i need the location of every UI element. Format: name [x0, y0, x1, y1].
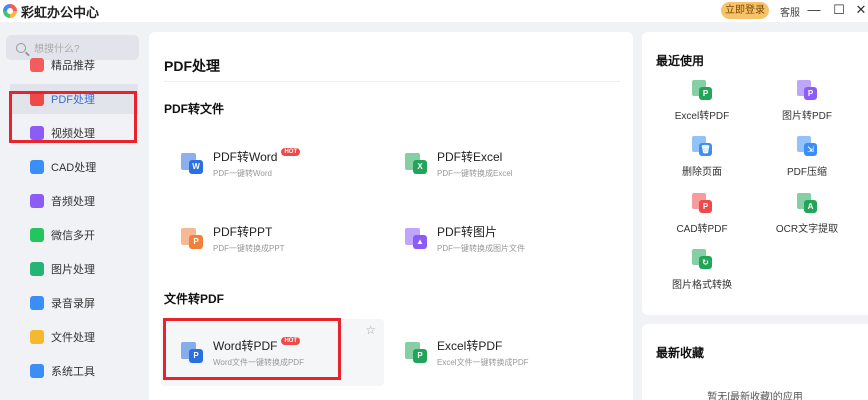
section-title-file-to-pdf: 文件转PDF [164, 292, 225, 306]
maximize-button[interactable]: ☐ [830, 1, 848, 19]
rainbow-logo-icon [3, 4, 17, 18]
sidebar-item-label: 图片处理 [51, 264, 95, 276]
delete-page-icon: 🗑 [692, 136, 712, 156]
sidebar-item-label: 微信多开 [51, 230, 95, 242]
tool-card-pdf---[interactable]: ▲ PDF转图片 PDF一键转换成图片文件 [385, 205, 608, 272]
sidebar-item-label: 系统工具 [51, 366, 95, 378]
cad-to-pdf-icon: P [692, 193, 712, 213]
file-convert-icon: W [181, 152, 203, 175]
recent-item[interactable]: ↻ 图片格式转换 [647, 249, 757, 291]
recent-panel: 最近使用 P Excel转PDF P 图片转PDF 🗑 删除页面 ⇲ PDF压缩 P CAD转PD… [642, 32, 868, 315]
sidebar-item-gear[interactable]: 系统工具 [10, 356, 138, 386]
tool-name: PDF转PPT [213, 225, 273, 239]
favorites-title: 最新收藏 [656, 346, 705, 360]
compress-icon: ⇲ [797, 136, 817, 156]
highlight-box-pdf-nav [9, 91, 137, 143]
recent-item-label: 图片格式转换 [672, 280, 732, 291]
thumbs-up-icon [30, 58, 44, 72]
login-button[interactable]: 立即登录 [721, 2, 769, 19]
mic-icon [30, 296, 44, 310]
tool-description: PDF一键转Word [213, 169, 272, 178]
cad-icon [30, 160, 44, 174]
highlight-box-word-to-pdf [163, 318, 341, 380]
customer-service-link[interactable]: 客服 [780, 4, 800, 19]
recent-item-label: 图片转PDF [782, 111, 832, 122]
file-convert-icon: P [405, 341, 427, 364]
divider [164, 81, 620, 82]
tool-card-pdf-word[interactable]: W PDF转Word HOT PDF一键转Word [161, 130, 384, 197]
recent-item[interactable]: P Excel转PDF [647, 80, 757, 122]
tool-name: PDF转Excel [437, 150, 503, 164]
hot-badge: HOT [281, 148, 301, 156]
sidebar-item-mic[interactable]: 录音录屏 [10, 288, 138, 318]
recent-item-label: PDF压缩 [787, 167, 827, 178]
recent-item[interactable]: A OCR文字提取 [752, 193, 862, 235]
page-title: PDF处理 [164, 58, 220, 74]
recent-item[interactable]: P 图片转PDF [752, 80, 862, 122]
sidebar-item-label: 精品推荐 [51, 60, 95, 72]
title-bar: 彩虹办公中心 立即登录 客服 — ☐ ✕ [0, 0, 868, 22]
favorite-star-icon[interactable]: ☆ [365, 323, 376, 337]
gear-icon [30, 364, 44, 378]
file-convert-icon: ▲ [405, 227, 427, 250]
sidebar-item-audio[interactable]: 音频处理 [10, 186, 138, 216]
recent-item-label: OCR文字提取 [775, 224, 839, 235]
tool-card-pdf-excel[interactable]: X PDF转Excel PDF一键转换成Excel [385, 130, 608, 197]
tool-description: PDF一键转换成PPT [213, 244, 285, 253]
section-title-pdf-to-file: PDF转文件 [164, 102, 225, 116]
sidebar-item-thumbs-up[interactable]: 精品推荐 [10, 50, 138, 80]
favorites-empty-text: 暂无[最新收藏]的应用 [707, 392, 803, 400]
tool-card-excel-pdf[interactable]: P Excel转PDF Excel文件一键转换成PDF [385, 319, 608, 386]
sidebar-item-image[interactable]: 图片处理 [10, 254, 138, 284]
image-icon [30, 262, 44, 276]
tool-card-pdf-ppt[interactable]: P PDF转PPT PDF一键转换成PPT [161, 205, 384, 272]
recent-item[interactable]: P CAD转PDF [647, 193, 757, 235]
recent-item[interactable]: 🗑 删除页面 [647, 136, 757, 178]
recent-title: 最近使用 [656, 54, 705, 68]
audio-icon [30, 194, 44, 208]
recent-item-label: 删除页面 [682, 167, 722, 178]
recent-item-label: CAD转PDF [676, 224, 728, 235]
file-convert-icon: P [181, 227, 203, 250]
sidebar-item-label: 音频处理 [51, 196, 95, 208]
folder-icon [30, 330, 44, 344]
recent-item-label: Excel转PDF [674, 111, 730, 122]
wechat-icon [30, 228, 44, 242]
image-convert-icon: ↻ [692, 249, 712, 269]
tool-name: PDF转图片 [437, 225, 498, 239]
ocr-icon: A [797, 193, 817, 213]
sidebar-item-cad[interactable]: CAD处理 [10, 152, 138, 182]
image-to-pdf-icon: P [797, 80, 817, 100]
sidebar-item-label: 文件处理 [51, 332, 95, 344]
tool-description: PDF一键转换成图片文件 [437, 244, 525, 253]
close-button[interactable]: ✕ [852, 1, 868, 19]
tool-description: PDF一键转换成Excel [437, 169, 513, 178]
favorites-panel: 最新收藏 暂无[最新收藏]的应用 [642, 324, 868, 400]
app-title: 彩虹办公中心 [21, 4, 100, 20]
excel-to-pdf-icon: P [692, 80, 712, 100]
minimize-button[interactable]: — [805, 1, 823, 19]
sidebar-item-folder[interactable]: 文件处理 [10, 322, 138, 352]
tool-name: PDF转Word [213, 150, 278, 164]
sidebar-item-label: CAD处理 [51, 162, 97, 174]
recent-item[interactable]: ⇲ PDF压缩 [752, 136, 862, 178]
tool-description: Excel文件一键转换成PDF [437, 358, 529, 367]
sidebar-item-wechat[interactable]: 微信多开 [10, 220, 138, 250]
tool-name: Excel转PDF [437, 339, 503, 353]
sidebar-item-label: 录音录屏 [51, 298, 95, 310]
file-convert-icon: X [405, 152, 427, 175]
